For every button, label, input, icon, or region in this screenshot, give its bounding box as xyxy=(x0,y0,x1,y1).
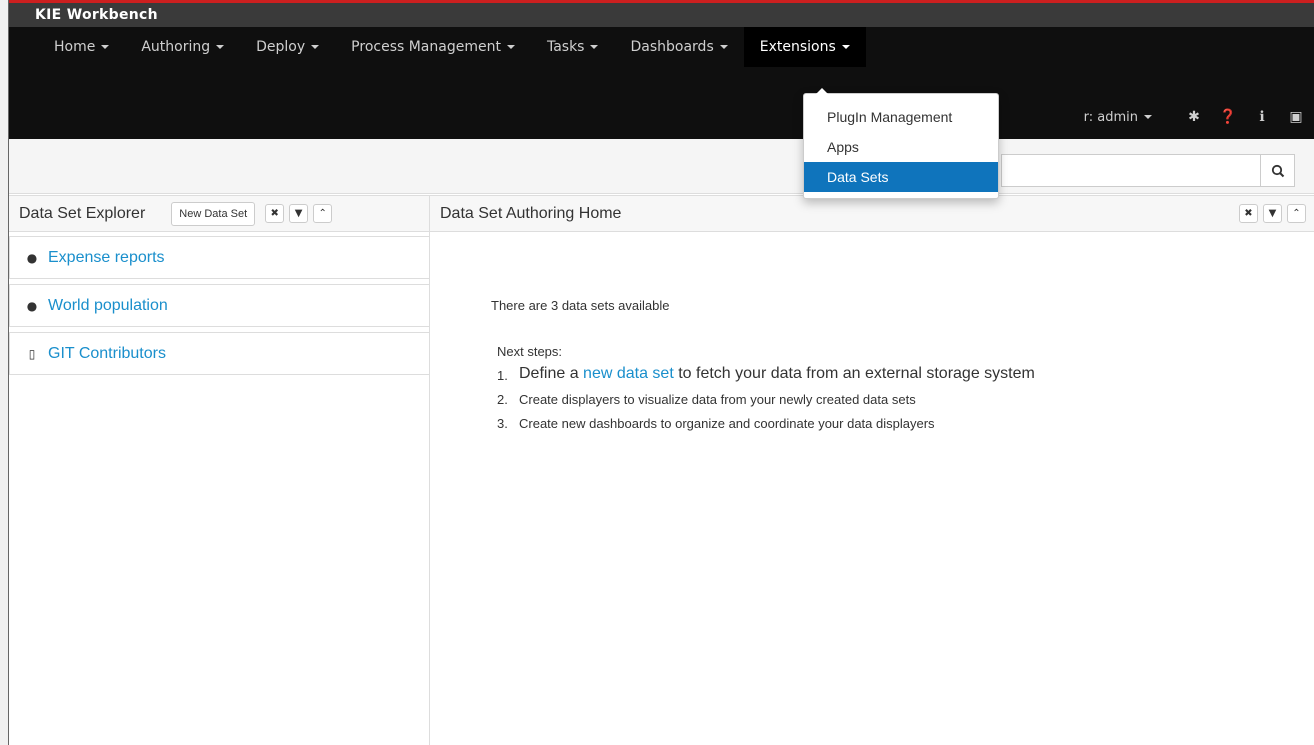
step-text: Define a new data set to fetch your data… xyxy=(519,365,1035,383)
caret-down-icon: ▼ xyxy=(294,208,303,219)
panel-menu-button[interactable]: ▼ xyxy=(1263,204,1282,223)
menu-process-management[interactable]: Process Management xyxy=(335,27,531,67)
chevron-up-icon: ⌃ xyxy=(1292,208,1301,219)
search-button[interactable] xyxy=(1260,154,1295,187)
menu-home[interactable]: Home xyxy=(38,27,125,67)
search-icon xyxy=(1271,164,1284,177)
menu-item-data-sets[interactable]: Data Sets xyxy=(804,162,998,192)
home-content: There are 3 data sets available Next ste… xyxy=(491,298,1035,440)
caret-down-icon xyxy=(311,45,320,49)
caret-down-icon xyxy=(590,45,599,49)
search-input[interactable] xyxy=(1001,154,1261,187)
caret-down-icon xyxy=(101,45,110,49)
step-number: 2. xyxy=(497,392,508,407)
menu-label: Authoring xyxy=(141,39,211,55)
step-item: 3. Create new dashboards to organize and… xyxy=(497,416,1035,431)
data-set-link[interactable]: Expense reports xyxy=(48,249,165,267)
main-menu: Home Authoring Deploy Process Management… xyxy=(9,27,1314,67)
home-header: Data Set Authoring Home ✖ ▼ ⌃ xyxy=(430,195,1314,232)
close-icon: ✖ xyxy=(1244,208,1253,219)
caret-down-icon: ▼ xyxy=(1268,208,1277,219)
menu-label: Deploy xyxy=(256,39,306,55)
user-label: r: admin xyxy=(1083,109,1138,125)
menu-extensions[interactable]: Extensions xyxy=(743,27,866,67)
gear-icon[interactable]: ✱ xyxy=(1178,109,1210,125)
chevron-up-icon: ⌃ xyxy=(318,208,327,219)
step-item: 1. Define a new data set to fetch your d… xyxy=(497,365,1035,383)
data-set-count: There are 3 data sets available xyxy=(491,298,670,313)
list-item[interactable]: ▯ GIT Contributors xyxy=(9,332,430,375)
step-text-prefix: Define a xyxy=(519,365,584,382)
data-set-link[interactable]: World population xyxy=(48,297,168,315)
menu-item-apps[interactable]: Apps xyxy=(804,132,998,162)
caret-down-icon xyxy=(216,45,225,49)
explorer-header: Data Set Explorer New Data Set ✖ ▼ ⌃ xyxy=(9,195,429,232)
authoring-home-panel: Data Set Authoring Home ✖ ▼ ⌃ There are … xyxy=(430,195,1314,745)
panel-menu-button[interactable]: ▼ xyxy=(289,204,309,223)
steps-list: 1. Define a new data set to fetch your d… xyxy=(491,365,1035,431)
info-icon[interactable]: ℹ xyxy=(1246,109,1278,125)
step-number: 1. xyxy=(497,368,508,383)
list-item[interactable]: ● Expense reports xyxy=(9,236,430,279)
step-item: 2. Create displayers to visualize data f… xyxy=(497,392,1035,407)
menu-label: Process Management xyxy=(351,39,501,55)
maximize-panel-button[interactable]: ⌃ xyxy=(313,204,333,223)
toolbar xyxy=(9,139,1314,194)
csv-icon: ● xyxy=(26,298,38,313)
close-panel-button[interactable]: ✖ xyxy=(1239,204,1258,223)
panel-controls: ✖ ▼ ⌃ xyxy=(1234,204,1306,223)
data-set-list: ● Expense reports ● World population ▯ G… xyxy=(9,236,430,380)
question-icon[interactable]: ❓ xyxy=(1212,109,1244,125)
data-set-link[interactable]: GIT Contributors xyxy=(48,345,166,363)
step-text: Create new dashboards to organize and co… xyxy=(519,416,935,431)
menu-deploy[interactable]: Deploy xyxy=(240,27,335,67)
menu-label: Tasks xyxy=(546,39,585,55)
new-data-set-button[interactable]: New Data Set xyxy=(171,201,256,226)
menu-item-plugin-management[interactable]: PlugIn Management xyxy=(804,102,998,132)
dropdown-arrow xyxy=(816,88,828,94)
data-set-explorer-panel: Data Set Explorer New Data Set ✖ ▼ ⌃ ● E… xyxy=(9,195,430,745)
brand-bar: KIE Workbench xyxy=(9,3,1314,27)
step-text-suffix: to fetch your data from an external stor… xyxy=(673,365,1035,382)
step-text: Create displayers to visualize data from… xyxy=(519,392,916,407)
explorer-title: Data Set Explorer xyxy=(19,204,146,222)
menu-label: Extensions xyxy=(759,39,836,55)
app-window: KIE Workbench Home Authoring Deploy Proc… xyxy=(9,0,1314,745)
caret-down-icon xyxy=(719,45,728,49)
window-edge xyxy=(0,0,9,745)
brand-title: KIE Workbench xyxy=(35,7,158,23)
csv-icon: ● xyxy=(26,250,38,265)
extensions-dropdown: PlugIn Management Apps Data Sets xyxy=(803,88,999,199)
menu-label: Home xyxy=(54,39,96,55)
menu-label: Dashboards xyxy=(630,39,714,55)
list-item[interactable]: ● World population xyxy=(9,284,430,327)
file-icon: ▯ xyxy=(28,346,36,361)
briefcase-icon[interactable]: ▣ xyxy=(1280,109,1312,125)
menu-dashboards[interactable]: Dashboards xyxy=(614,27,743,67)
maximize-panel-button[interactable]: ⌃ xyxy=(1287,204,1306,223)
home-title: Data Set Authoring Home xyxy=(440,204,622,222)
step-number: 3. xyxy=(497,416,508,431)
caret-down-icon xyxy=(1144,115,1152,119)
next-steps-label: Next steps: xyxy=(497,344,563,359)
new-data-set-link[interactable]: new data set xyxy=(583,365,674,382)
close-icon: ✖ xyxy=(270,208,279,219)
close-panel-button[interactable]: ✖ xyxy=(265,204,285,223)
caret-down-icon xyxy=(506,45,515,49)
caret-down-icon xyxy=(841,45,850,49)
menu-authoring[interactable]: Authoring xyxy=(125,27,240,67)
user-menu[interactable]: r: admin xyxy=(1084,110,1152,125)
menu-tasks[interactable]: Tasks xyxy=(531,27,615,67)
user-area: r: admin ✱ ❓ ℹ ▣ xyxy=(1084,103,1314,131)
